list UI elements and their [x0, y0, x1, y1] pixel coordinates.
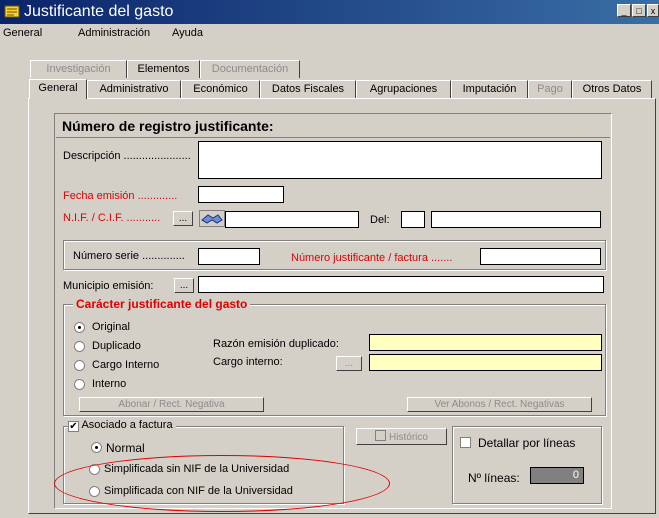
tab-agrupaciones[interactable]: Agrupaciones: [356, 80, 451, 98]
descripcion-input[interactable]: [198, 141, 602, 179]
nif-input[interactable]: [225, 211, 359, 228]
del-name-input[interactable]: [431, 211, 601, 228]
handshake-icon[interactable]: [199, 210, 225, 227]
numero-justificante-input[interactable]: [480, 248, 601, 265]
tab-elementos[interactable]: Elementos: [127, 60, 200, 78]
maximize-button[interactable]: □: [632, 4, 646, 17]
caracter-title: Carácter justificante del gasto: [73, 297, 251, 311]
detallar-checkbox[interactable]: [460, 437, 471, 448]
option-duplicado-label: Duplicado: [92, 340, 141, 352]
municipio-input[interactable]: [198, 276, 604, 293]
tab-general[interactable]: General: [29, 79, 87, 99]
tab-datos-fiscales[interactable]: Datos Fiscales: [260, 80, 356, 98]
tab-pago[interactable]: Pago: [528, 80, 572, 98]
cargo-label: Cargo interno:: [213, 356, 283, 368]
historico-button[interactable]: Histórico: [356, 428, 447, 445]
window-title: Justificante del gasto: [24, 3, 174, 20]
app-document-icon: [4, 5, 20, 18]
historico-label: Histórico: [389, 432, 428, 443]
lineas-value: 0: [530, 467, 584, 484]
title-bar[interactable]: Justificante del gasto _ □ x: [0, 0, 659, 24]
tab-otros-datos[interactable]: Otros Datos: [572, 80, 652, 98]
registro-header: Número de registro justificante:: [62, 118, 274, 134]
option-cargo-interno-label: Cargo Interno: [92, 359, 160, 371]
abonar-button[interactable]: Abonar / Rect. Negativa: [79, 397, 264, 412]
nif-lookup-button[interactable]: ...: [173, 211, 193, 226]
asociado-checkbox[interactable]: ✔: [68, 421, 79, 432]
fecha-input[interactable]: [198, 186, 284, 203]
radio-cargo-interno[interactable]: [74, 360, 85, 371]
nif-label: N.I.F. / C.I.F. ...........: [63, 212, 161, 224]
tab-investigacion[interactable]: Investigación: [30, 60, 127, 78]
option-interno-label: Interno: [92, 378, 127, 390]
ver-abonos-button[interactable]: Ver Abonos / Rect. Negativas: [407, 397, 592, 412]
municipio-lookup-button[interactable]: ...: [174, 278, 194, 293]
numero-serie-label: Número serie ..............: [73, 250, 185, 262]
menu-general[interactable]: General: [3, 27, 42, 39]
tab-imputacion[interactable]: Imputación: [451, 80, 528, 98]
historico-checkbox: [375, 430, 387, 441]
razon-label: Razón emisión duplicado:: [213, 338, 339, 350]
close-button[interactable]: x: [647, 4, 659, 17]
detallar-label: Detallar por líneas: [478, 436, 576, 450]
descripcion-label: Descripción ......................: [63, 150, 191, 162]
radio-interno[interactable]: [74, 379, 85, 390]
radio-normal[interactable]: [91, 442, 102, 453]
cargo-input[interactable]: [369, 354, 602, 371]
option-original-label: Original: [92, 321, 130, 333]
numero-justificante-label: Número justificante / factura .......: [291, 252, 453, 264]
radio-original[interactable]: [74, 322, 85, 333]
municipio-label: Municipio emisión:: [63, 280, 154, 292]
lineas-label: Nº líneas:: [468, 471, 520, 485]
radio-duplicado[interactable]: [74, 341, 85, 352]
menu-ayuda[interactable]: Ayuda: [172, 27, 203, 39]
menu-administracion[interactable]: Administración: [78, 27, 150, 39]
asociado-label: Asociado a factura: [81, 419, 173, 431]
razon-input[interactable]: [369, 334, 602, 351]
del-label: Del:: [370, 214, 390, 226]
del-code-input[interactable]: [401, 211, 425, 228]
app-window: Justificante del gasto _ □ x General Adm…: [0, 0, 659, 518]
cargo-lookup-button[interactable]: ...: [336, 356, 362, 371]
minimize-button[interactable]: _: [617, 4, 631, 17]
option-normal-label: Normal: [106, 441, 145, 455]
menu-bar: General Administración Ayuda: [0, 24, 659, 42]
fecha-label: Fecha emisión .............: [63, 190, 178, 202]
asociado-legend: ✔ Asociado a factura: [68, 419, 176, 432]
tab-economico[interactable]: Económico: [181, 80, 260, 98]
tab-documentacion[interactable]: Documentación: [200, 60, 300, 78]
tab-administrativo[interactable]: Administrativo: [87, 80, 181, 98]
numero-serie-input[interactable]: [198, 248, 260, 265]
highlight-ellipse: [54, 455, 390, 512]
